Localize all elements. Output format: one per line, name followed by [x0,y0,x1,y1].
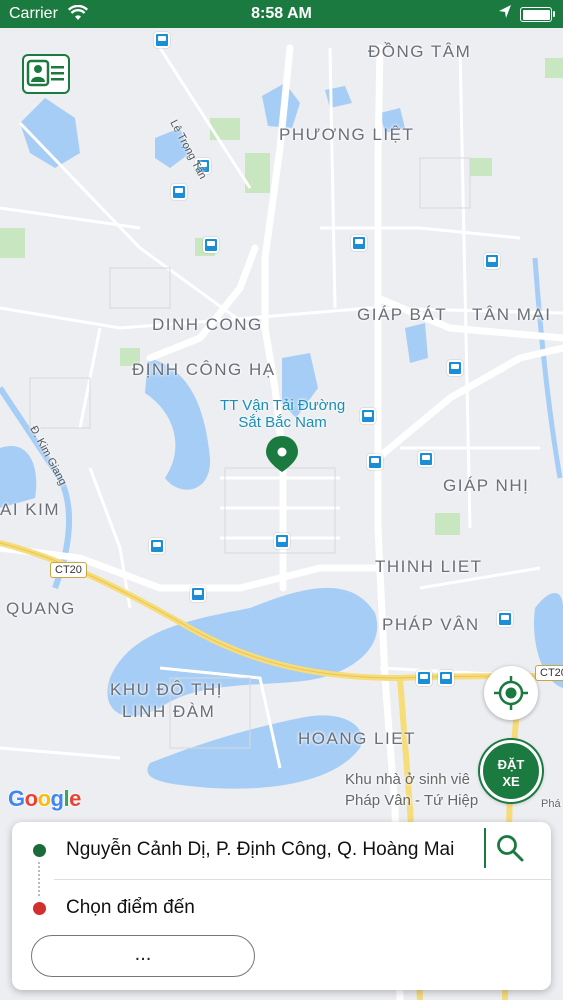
route-panel: Nguyễn Cảnh Dị, P. Định Công, Q. Hoàng M… [12,822,551,990]
district-label: QUANG [6,599,76,618]
destination-dot-icon [33,902,46,915]
district-label: ĐỒNG TÂM [368,42,472,61]
transit-station-label[interactable]: TT Vận Tải Đường Sắt Bắc Nam [220,397,345,431]
bus-stop-icon[interactable] [367,454,383,470]
field-divider [54,879,551,880]
bus-stop-icon[interactable] [203,237,219,253]
bus-stop-icon[interactable] [351,235,367,251]
bus-stop-icon[interactable] [418,451,434,467]
search-divider [484,828,486,868]
location-arrow-icon [498,4,512,25]
book-ride-button[interactable]: ĐẶT XE [480,740,542,802]
bus-stop-icon[interactable] [360,408,376,424]
origin-address[interactable]: Nguyễn Cảnh Dị, P. Định Công, Q. Hoàng M… [66,839,454,861]
crosshair-icon [494,676,528,710]
bus-stop-icon[interactable] [149,538,165,554]
bus-stop-icon[interactable] [497,611,513,627]
road-shield-ct20: CT20 [50,562,87,578]
area-label-line1: KHU ĐÔ THỊ [110,680,223,699]
status-bar: Carrier 8:58 AM [0,0,563,28]
bus-stop-icon[interactable] [274,533,290,549]
district-label: GIÁP NHỊ [443,476,530,495]
district-label: THINH LIET [375,557,483,576]
district-label: GIÁP BÁT [357,305,448,324]
poi-label-edge: Phá [541,798,561,810]
bus-stop-icon[interactable] [190,586,206,602]
bus-stop-icon[interactable] [447,360,463,376]
origin-dot-icon [33,844,46,857]
my-location-button[interactable] [484,666,538,720]
bus-stop-icon[interactable] [154,32,170,48]
search-icon[interactable] [494,832,526,864]
more-options-button[interactable]: ... [31,935,255,977]
google-logo: Google [8,786,81,811]
contact-card-button[interactable] [22,54,70,94]
district-label: DINH CONG [152,315,263,334]
route-connector [38,862,40,896]
road-shield-ct20: CT20 [535,665,563,681]
area-label-line2: LINH ĐÀM [122,702,216,721]
bus-stop-icon[interactable] [484,253,500,269]
bus-stop-icon[interactable] [438,670,454,686]
destination-field[interactable]: Chọn điểm đến [66,897,195,919]
bus-stop-icon[interactable] [171,184,187,200]
bus-stop-icon[interactable] [416,670,432,686]
contact-card-icon [26,59,64,87]
district-label: PHƯƠNG LIỆT [279,125,415,144]
district-label: HOANG LIET [298,729,416,748]
district-label: ĐỊNH CÔNG HẠ [132,360,276,379]
battery-icon [520,7,555,22]
poi-label[interactable]: Khu nhà ở sinh viê Pháp Vân - Tứ Hiệp [345,769,478,811]
district-label: PHÁP VÂN [382,615,480,634]
clock: 8:58 AM [251,5,312,22]
district-label: TÂN MAI [472,305,552,324]
district-label: AI KIM [0,500,61,519]
